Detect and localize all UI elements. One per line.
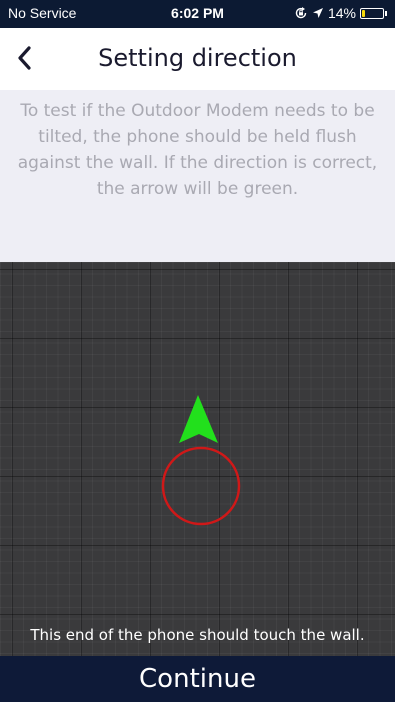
wall-hint: This end of the phone should touch the w… xyxy=(30,626,365,644)
instructions-text: To test if the Outdoor Modem needs to be… xyxy=(0,90,395,262)
direction-grid: This end of the phone should touch the w… xyxy=(0,262,395,656)
battery-icon xyxy=(360,7,384,19)
battery-fill xyxy=(362,9,365,17)
battery-percent: 14% xyxy=(327,5,356,21)
direction-arrow-icon xyxy=(179,395,218,443)
orientation-lock-icon xyxy=(295,7,307,19)
battery-tip xyxy=(385,10,387,16)
page-title: Setting direction xyxy=(98,44,297,72)
status-bar: No Service 6:02 PM 14% xyxy=(0,0,395,28)
status-icons: 14% xyxy=(294,5,387,21)
continue-button[interactable]: Continue xyxy=(0,656,395,702)
navigation-bar: Setting direction xyxy=(0,28,395,90)
location-arrow-icon xyxy=(312,8,323,18)
direction-indicator xyxy=(161,395,241,526)
target-ring xyxy=(161,446,241,526)
